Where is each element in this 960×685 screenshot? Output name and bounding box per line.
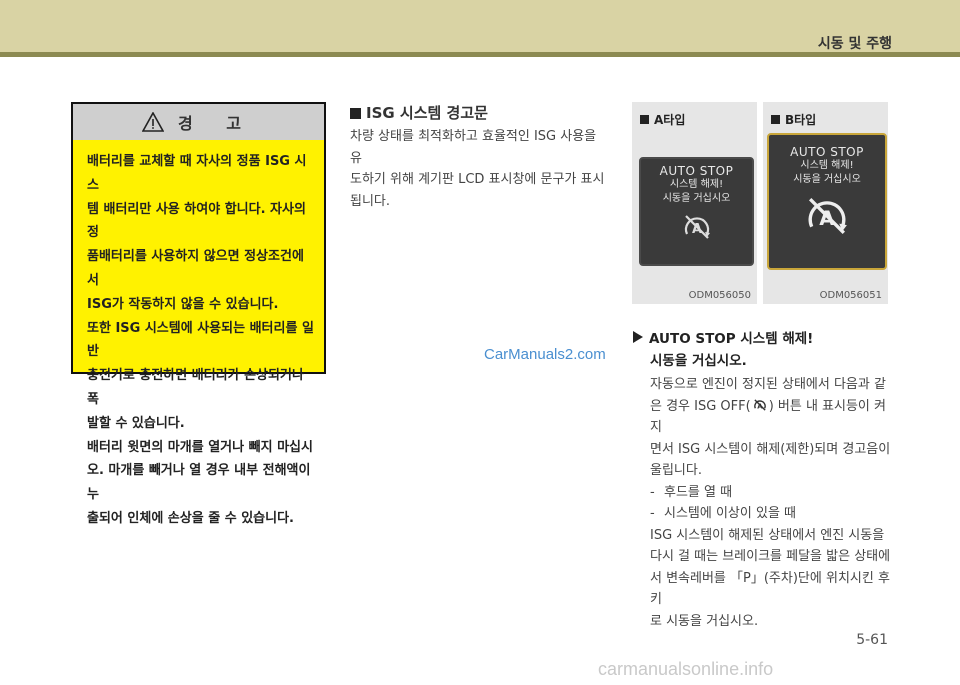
warning-line: 충전기로 충전하면 배터리가 손상되거나 폭 <box>87 368 304 407</box>
auto-stop-heading-text: AUTO STOP 시스템 해제! <box>649 331 814 347</box>
screen-line: 시동을 거십시오 <box>662 193 731 204</box>
auto-stop-body: 자동으로 엔진이 정지된 상태에서 다음과 같 은 경우 ISG OFF(A) … <box>650 374 895 632</box>
screen-line: 시동을 거십시오 <box>793 174 861 185</box>
body-line: 다시 걸 때는 브레이크를 페달을 밟은 상태에 <box>650 549 891 564</box>
body-line: ISG 시스템이 해제된 상태에서 엔진 시동을 <box>650 527 885 543</box>
top-band <box>0 0 960 52</box>
dash-bullet: - <box>650 506 655 521</box>
footer-link[interactable]: carmanualsonline.info <box>598 659 773 680</box>
list-item-text: 시스템에 이상이 있을 때 <box>664 506 796 521</box>
list-item-text: 후드를 열 때 <box>664 484 733 500</box>
warning-line: 품배터리를 사용하지 않으면 정상조건에서 <box>87 249 304 288</box>
warning-line: 배터리 윗면의 마개를 열거나 빼지 마십시 <box>87 439 313 455</box>
bullet-square-icon <box>771 115 780 124</box>
warning-line: 출되어 인체에 손상을 줄 수 있습니다. <box>87 510 294 526</box>
body-line: 자동으로 엔진이 정지된 상태에서 다음과 같 <box>650 377 886 392</box>
watermark-link[interactable]: CarManuals2.com <box>484 346 606 363</box>
warning-triangle-icon <box>141 112 164 132</box>
screen-title: AUTO STOP <box>790 145 864 159</box>
isg-line: 도하기 위해 계기판 LCD 표시창에 문구가 표시 <box>350 172 605 187</box>
figure-code: ODM056051 <box>819 290 882 301</box>
section-title: 시동 및 주행 <box>817 36 892 52</box>
body-line: 로 시동을 거십시오. <box>650 613 759 629</box>
panel-type-a: A타입 AUTO STOP 시스템 해제! 시동을 거십시오 A ODM0560… <box>632 102 757 304</box>
body-line: 울립니다. <box>650 463 702 478</box>
warning-line: 오. 마개를 빼거나 열 경우 내부 전해액이 누 <box>87 463 311 503</box>
lcd-screen: AUTO STOP 시스템 해제! 시동을 거십시오 A <box>639 157 754 266</box>
warning-line: 발할 수 있습니다. <box>87 415 185 431</box>
screen-title: AUTO STOP <box>659 164 734 178</box>
warning-title: 경 고 <box>177 114 255 133</box>
isg-line: 됩니다. <box>350 193 391 209</box>
panel-label: A타입 <box>640 111 685 128</box>
warning-line: 템 배터리만 사용 하여야 합니다. 자사의 정 <box>87 201 306 241</box>
body-text: 은 경우 ISG OFF( <box>650 398 751 414</box>
dash-bullet: - <box>650 484 655 500</box>
page-number: 5-61 <box>856 632 888 648</box>
body-line: 서 변속레버를 「P」(주차)단에 위치시킨 후 키 <box>650 570 890 608</box>
figure-code: ODM056050 <box>688 290 751 301</box>
top-rule <box>0 52 960 57</box>
bullet-square-icon <box>350 108 361 119</box>
auto-stop-heading: AUTO STOP 시스템 해제! 시동을 거십시오. <box>633 328 813 372</box>
list-item: - 시스템에 이상이 있을 때 <box>650 503 895 525</box>
isg-off-icon: A <box>684 215 710 239</box>
isg-title-text: ISG 시스템 경고문 <box>366 104 488 122</box>
screen-line: 시스템 해제! <box>669 179 724 190</box>
triangle-arrow-icon <box>633 331 643 343</box>
isg-off-inline-icon: A <box>753 398 766 411</box>
panel-label-text: B타입 <box>785 113 817 127</box>
body-line: 면서 ISG 시스템이 해제(제한)되며 경고음이 <box>650 441 891 457</box>
lcd-screen: AUTO STOP 시스템 해제! 시동을 거십시오 A <box>767 133 887 270</box>
auto-stop-subheading: 시동을 거십시오. <box>650 353 747 369</box>
isg-line: 차량 상태를 최적화하고 효율적인 ISG 사용을 유 <box>350 129 597 166</box>
panel-label-text: A타입 <box>654 113 686 127</box>
warning-header: 경 고 <box>73 104 324 140</box>
warning-line: 또한 ISG 시스템에 사용되는 배터리를 일반 <box>87 320 314 360</box>
panel-type-b: B타입 AUTO STOP 시스템 해제! 시동을 거십시오 A ODM0560… <box>763 102 888 304</box>
list-item: - 후드를 열 때 <box>650 482 895 504</box>
warning-box: 경 고 배터리를 교체할 때 자사의 정품 ISG 시스 템 배터리만 사용 하… <box>71 102 326 526</box>
isg-off-icon: A <box>808 197 847 235</box>
screen-line: 시스템 해제! <box>800 160 854 171</box>
panel-label: B타입 <box>771 111 816 128</box>
isg-body: 차량 상태를 최적화하고 효율적인 ISG 사용을 유 도하기 위해 계기판 L… <box>350 126 608 212</box>
isg-section-title: ISG 시스템 경고문 <box>350 102 488 123</box>
warning-line: ISG가 작동하지 않을 수 있습니다. <box>87 296 279 312</box>
warning-text: 배터리를 교체할 때 자사의 정품 ISG 시스 템 배터리만 사용 하여야 합… <box>73 140 324 531</box>
body-line: 은 경우 ISG OFF(A) 버튼 내 표시등이 켜지 <box>650 396 895 439</box>
bullet-square-icon <box>640 115 649 124</box>
warning-line: 배터리를 교체할 때 자사의 정품 ISG 시스 <box>87 154 307 193</box>
